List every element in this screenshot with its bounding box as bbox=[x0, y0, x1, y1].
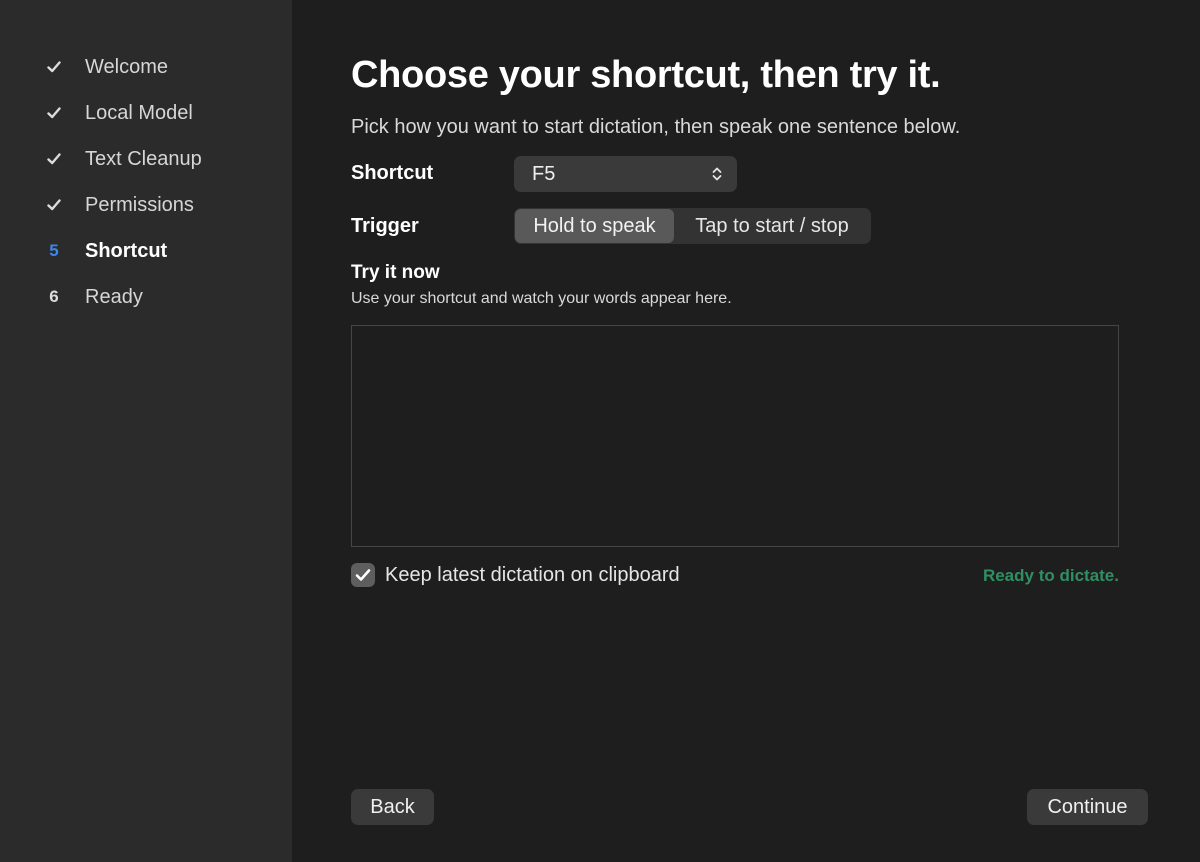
trigger-option-hold-to-speak[interactable]: Hold to speak bbox=[515, 209, 674, 243]
continue-button[interactable]: Continue bbox=[1027, 789, 1148, 825]
checkmark-icon bbox=[44, 107, 64, 119]
dictation-test-area[interactable] bbox=[351, 325, 1119, 547]
try-it-title: Try it now bbox=[351, 262, 440, 283]
back-button[interactable]: Back bbox=[351, 789, 434, 825]
sidebar-step-label: Permissions bbox=[85, 193, 194, 216]
checkmark-icon bbox=[355, 569, 371, 581]
sidebar-step-permissions: Permissions bbox=[0, 182, 292, 228]
sidebar-step-label: Shortcut bbox=[85, 239, 168, 262]
sidebar: Welcome Local Model Text Cleanup Permiss… bbox=[0, 0, 292, 862]
sidebar-step-label: Welcome bbox=[85, 55, 168, 78]
sidebar-step-text-cleanup: Text Cleanup bbox=[0, 136, 292, 182]
step-number: 5 bbox=[49, 241, 59, 260]
clipboard-checkbox[interactable] bbox=[351, 563, 375, 587]
clipboard-checkbox-label[interactable]: Keep latest dictation on clipboard bbox=[385, 564, 680, 587]
page-subtitle: Pick how you want to start dictation, th… bbox=[351, 116, 961, 138]
chevron-up-down-icon bbox=[711, 165, 723, 189]
shortcut-label: Shortcut bbox=[351, 162, 434, 184]
trigger-label: Trigger bbox=[351, 215, 419, 237]
sidebar-step-label: Local Model bbox=[85, 101, 193, 124]
checkmark-icon bbox=[44, 199, 64, 211]
sidebar-step-label: Text Cleanup bbox=[85, 147, 202, 170]
sidebar-step-label: Ready bbox=[85, 285, 143, 308]
shortcut-select[interactable]: F5 bbox=[514, 156, 737, 192]
page-title: Choose your shortcut, then try it. bbox=[351, 54, 941, 96]
checkmark-icon bbox=[44, 153, 64, 165]
sidebar-step-ready: 6 Ready bbox=[0, 274, 292, 320]
trigger-option-tap-to-start-stop[interactable]: Tap to start / stop bbox=[674, 209, 870, 243]
sidebar-step-shortcut: 5 Shortcut bbox=[0, 228, 292, 274]
status-text: Ready to dictate. bbox=[982, 566, 1119, 585]
main-panel: Choose your shortcut, then try it. Pick … bbox=[292, 0, 1200, 862]
sidebar-step-local-model: Local Model bbox=[0, 90, 292, 136]
checkmark-icon bbox=[44, 61, 64, 73]
sidebar-step-welcome: Welcome bbox=[0, 44, 292, 90]
step-number: 6 bbox=[49, 287, 59, 306]
try-it-hint: Use your shortcut and watch your words a… bbox=[351, 290, 732, 307]
trigger-segmented-control: Hold to speak Tap to start / stop bbox=[514, 208, 871, 244]
clipboard-option: Keep latest dictation on clipboard bbox=[351, 563, 680, 587]
shortcut-select-value: F5 bbox=[532, 162, 556, 185]
onboarding-window: Welcome Local Model Text Cleanup Permiss… bbox=[0, 0, 1200, 862]
